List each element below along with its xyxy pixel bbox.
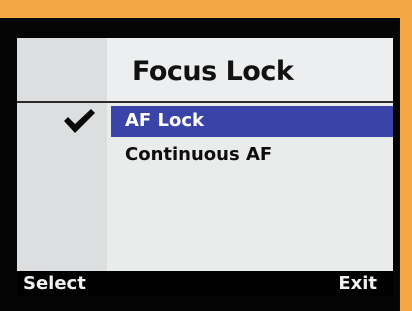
checkmark-icon: [64, 109, 95, 133]
menu-item-label: Continuous AF: [125, 144, 273, 165]
menu-item-continuous-af[interactable]: Continuous AF: [17, 140, 393, 171]
camera-lcd-screen: Focus Lock AF Lock Continuous AF: [17, 38, 393, 271]
exit-softkey[interactable]: Exit: [338, 271, 377, 296]
page-title: Focus Lock: [132, 56, 294, 87]
menu-item-label: AF Lock: [125, 110, 204, 131]
select-softkey[interactable]: Select: [23, 271, 86, 296]
menu-header: Focus Lock: [17, 38, 393, 103]
softkey-bar: Select Exit: [17, 271, 393, 296]
menu-item-af-lock[interactable]: AF Lock: [17, 106, 393, 137]
